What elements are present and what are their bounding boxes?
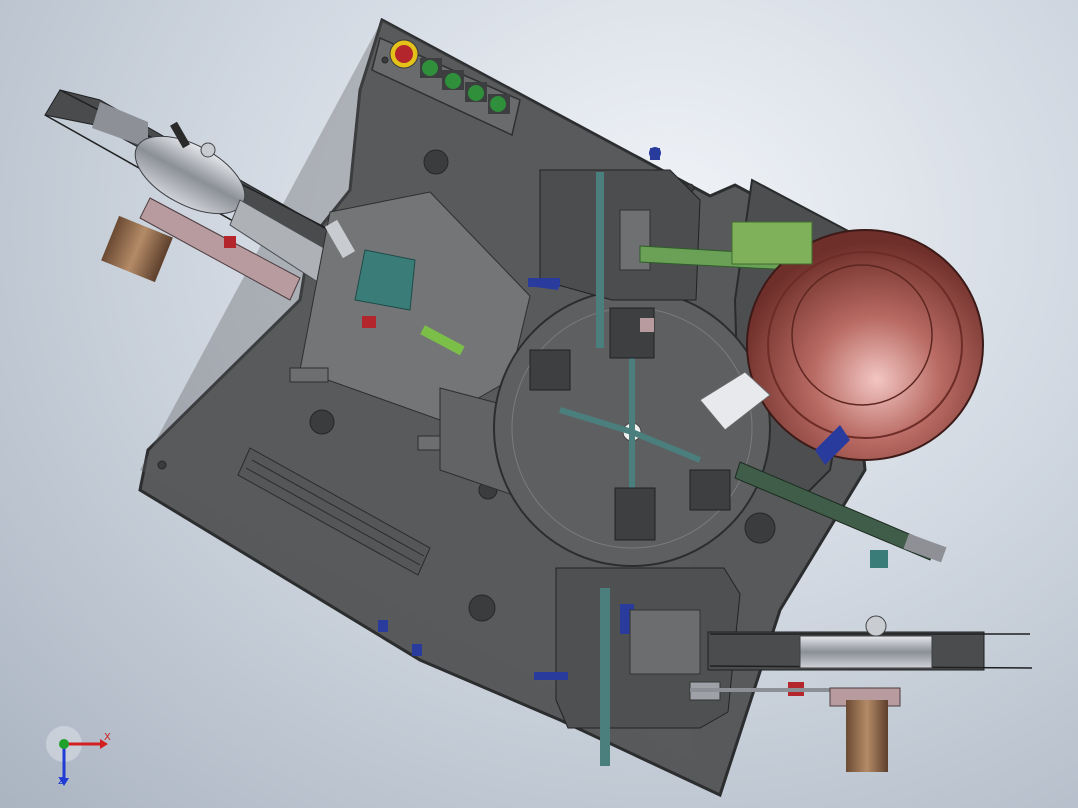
green-button-icon[interactable] xyxy=(422,60,438,76)
green-button-icon[interactable] xyxy=(445,73,461,89)
graphics-viewport[interactable]: X Z xyxy=(0,0,1078,808)
reel-icon xyxy=(799,635,933,669)
green-button-icon[interactable] xyxy=(468,85,484,101)
rotary-index-table[interactable] xyxy=(493,289,771,567)
right-reel-feeder[interactable] xyxy=(707,615,1033,772)
y-axis-icon xyxy=(59,739,69,749)
motor-icon xyxy=(846,700,888,772)
x-axis-label: X xyxy=(104,732,111,743)
machine-assembly-model[interactable] xyxy=(0,0,1078,808)
green-button-icon[interactable] xyxy=(490,96,506,112)
z-axis-label: Z xyxy=(58,776,65,787)
